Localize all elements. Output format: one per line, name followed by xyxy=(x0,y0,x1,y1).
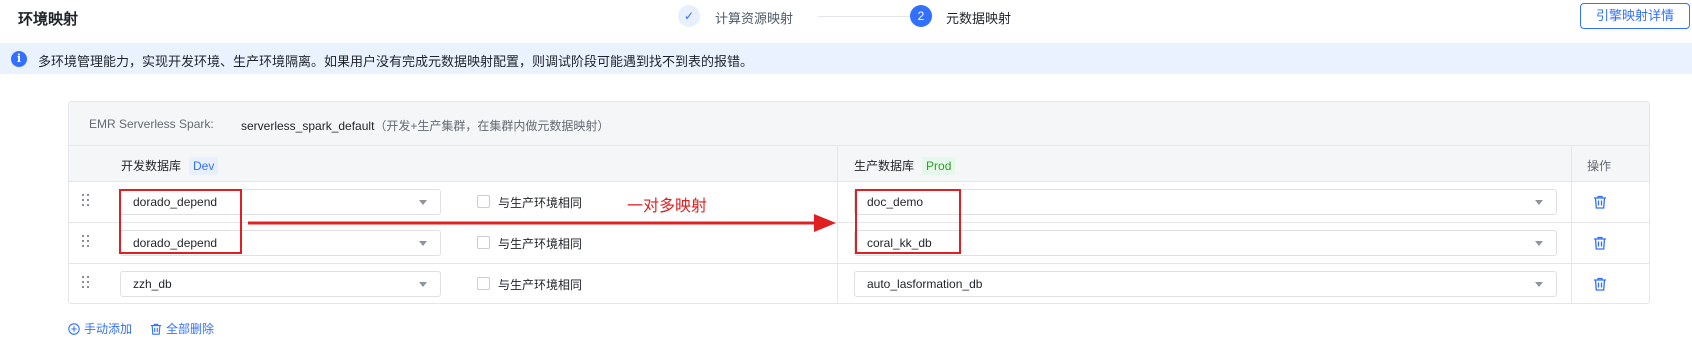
trash-icon[interactable] xyxy=(1593,277,1607,291)
add-mapping-label: 手动添加 xyxy=(84,322,133,336)
page-title: 环境映射 xyxy=(18,11,79,28)
same-as-prod-label[interactable]: 与生产环境相同 xyxy=(498,276,582,293)
prod-tag: Prod xyxy=(922,157,956,175)
step-connector xyxy=(818,16,923,17)
annotation-label: 一对多映射 xyxy=(627,196,708,215)
trash-icon[interactable] xyxy=(1593,195,1607,209)
info-icon: i xyxy=(11,51,27,67)
check-icon: ✓ xyxy=(678,5,700,27)
drag-handle-icon[interactable] xyxy=(82,194,90,208)
same-as-prod-label[interactable]: 与生产环境相同 xyxy=(498,194,582,211)
column-header-dev: 开发数据库 Dev xyxy=(121,157,219,175)
table-row: zzh_db 与生产环境相同 auto_lasformation_db xyxy=(69,264,1649,305)
annotation-highlight-box xyxy=(855,189,961,254)
table-header: 开发数据库 Dev 生产数据库 Prod 操作 xyxy=(69,146,1649,182)
same-as-prod-checkbox[interactable] xyxy=(477,277,490,290)
dev-tag: Dev xyxy=(189,157,219,175)
column-header-prod: 生产数据库 Prod xyxy=(854,157,956,175)
caret-down-icon xyxy=(1535,200,1543,205)
same-as-prod-checkbox[interactable] xyxy=(477,236,490,249)
caret-down-icon xyxy=(419,200,427,205)
same-as-prod-checkbox[interactable] xyxy=(477,195,490,208)
prod-database-value: auto_lasformation_db xyxy=(867,277,983,291)
caret-down-icon xyxy=(1535,282,1543,287)
add-mapping-button[interactable]: 手动添加 xyxy=(68,320,132,337)
column-header-prod-label: 生产数据库 xyxy=(854,159,915,173)
engine-mapping-details-button[interactable]: 引擎映射详情 xyxy=(1580,3,1690,29)
dev-database-value: zzh_db xyxy=(133,277,172,291)
cluster-info-bar: EMR Serverless Spark: serverless_spark_d… xyxy=(69,102,1649,146)
caret-down-icon xyxy=(419,282,427,287)
cluster-description: （开发+生产集群，在集群内做元数据映射） xyxy=(374,119,610,133)
drag-handle-icon[interactable] xyxy=(82,276,90,290)
annotation-arrow xyxy=(248,214,836,232)
info-banner-text: 多环境管理能力，实现开发环境、生产环境隔离。如果用户没有完成元数据映射配置，则调… xyxy=(38,54,754,69)
delete-all-button[interactable]: 全部删除 xyxy=(150,320,214,337)
page-header: 环境映射 ✓ 计算资源映射 2 元数据映射 引擎映射详情 xyxy=(0,0,1692,40)
cluster-label: EMR Serverless Spark: xyxy=(89,117,214,131)
trash-icon[interactable] xyxy=(1593,236,1607,250)
cluster-name: serverless_spark_default xyxy=(241,119,375,133)
prod-database-select[interactable]: auto_lasformation_db xyxy=(854,271,1557,297)
column-header-dev-label: 开发数据库 xyxy=(121,159,182,173)
plus-circle-icon xyxy=(68,323,80,335)
step-number-badge: 2 xyxy=(910,5,932,27)
drag-handle-icon[interactable] xyxy=(82,235,90,249)
annotation-highlight-box xyxy=(119,189,242,254)
caret-down-icon xyxy=(419,241,427,246)
delete-all-label: 全部删除 xyxy=(166,322,215,336)
dev-database-select[interactable]: zzh_db xyxy=(120,271,441,297)
cluster-value: serverless_spark_default（开发+生产集群，在集群内做元数… xyxy=(241,117,609,134)
trash-icon xyxy=(150,323,162,335)
step-compute-resource-mapping[interactable]: 计算资源映射 xyxy=(715,8,793,27)
column-header-operation: 操作 xyxy=(1587,159,1612,173)
step-metadata-mapping[interactable]: 元数据映射 xyxy=(946,8,1011,27)
same-as-prod-label[interactable]: 与生产环境相同 xyxy=(498,235,582,252)
info-banner: i 多环境管理能力，实现开发环境、生产环境隔离。如果用户没有完成元数据映射配置，… xyxy=(0,43,1692,74)
caret-down-icon xyxy=(1535,241,1543,246)
